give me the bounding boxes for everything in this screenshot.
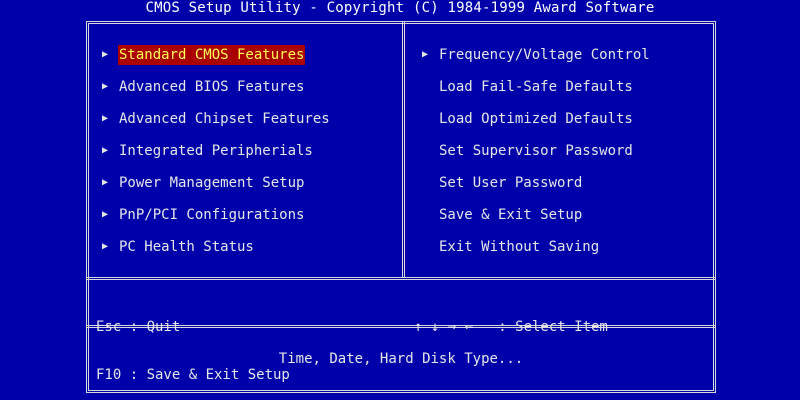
menu-item-frequency-voltage-control[interactable]: ▶ Frequency/Voltage Control (422, 45, 651, 77)
menu-item-label: Frequency/Voltage Control (439, 47, 650, 63)
menu-item-label: Advanced Chipset Features (119, 111, 330, 127)
key-legend-right: ↑ ↓ → ← : Select Item (414, 287, 608, 351)
menu-item-label: Exit Without Saving (439, 239, 600, 255)
submenu-arrow-icon: ▶ (102, 177, 109, 188)
column-divider (402, 21, 405, 277)
menu-item-set-user-password[interactable]: Set User Password (422, 173, 651, 205)
menu-item-power-management-setup[interactable]: ▶ Power Management Setup (102, 173, 331, 205)
submenu-arrow-icon: ▶ (102, 209, 109, 220)
submenu-arrow-icon: ▶ (102, 113, 109, 124)
menu-item-set-supervisor-password[interactable]: Set Supervisor Password (422, 141, 651, 173)
submenu-arrow-icon: ▶ (102, 145, 109, 156)
menu-item-label: Advanced BIOS Features (119, 79, 305, 95)
menu-item-advanced-chipset-features[interactable]: ▶ Advanced Chipset Features (102, 109, 331, 141)
menu-item-label: Load Optimized Defaults (439, 111, 633, 127)
submenu-arrow-icon: ▶ (102, 241, 109, 252)
left-menu: ▶ Standard CMOS Features ▶ Advanced BIOS… (102, 45, 331, 269)
right-menu: ▶ Frequency/Voltage Control Load Fail-Sa… (422, 45, 651, 269)
menu-item-label: Standard CMOS Features (118, 45, 306, 65)
menu-item-label: Load Fail-Safe Defaults (439, 79, 633, 95)
menu-item-exit-without-saving[interactable]: Exit Without Saving (422, 237, 651, 269)
menu-item-label: PC Health Status (119, 239, 254, 255)
window-title: CMOS Setup Utility - Copyright (C) 1984-… (145, 0, 655, 16)
key-arrows-select-item: ↑ ↓ → ← : Select Item (414, 319, 608, 335)
keys-divider (86, 277, 716, 280)
submenu-arrow-icon: ▶ (422, 49, 429, 60)
menu-item-label: Integrated Peripherials (119, 143, 313, 159)
submenu-arrow-icon: ▶ (102, 49, 109, 60)
key-esc-quit: Esc : Quit (96, 319, 181, 335)
menu-item-standard-cmos-features[interactable]: ▶ Standard CMOS Features (102, 45, 331, 77)
menu-item-advanced-bios-features[interactable]: ▶ Advanced BIOS Features (102, 77, 331, 109)
menu-item-save-exit-setup[interactable]: Save & Exit Setup (422, 205, 651, 237)
menu-item-integrated-peripherials[interactable]: ▶ Integrated Peripherials (102, 141, 331, 173)
menu-item-label: Set Supervisor Password (439, 143, 633, 159)
menu-item-load-optimized-defaults[interactable]: Load Optimized Defaults (422, 109, 651, 141)
key-f10-save-exit: F10 : Save & Exit Setup (96, 367, 290, 383)
menu-item-label: Set User Password (439, 175, 583, 191)
menu-item-pnp-pci-configurations[interactable]: ▶ PnP/PCI Configurations (102, 205, 331, 237)
key-legend-left: Esc : Quit F10 : Save & Exit Setup (96, 287, 290, 399)
menu-item-load-fail-safe-defaults[interactable]: Load Fail-Safe Defaults (422, 77, 651, 109)
menu-item-label: Power Management Setup (119, 175, 305, 191)
menu-item-label: PnP/PCI Configurations (119, 207, 305, 223)
submenu-arrow-icon: ▶ (102, 81, 109, 92)
menu-item-label: Save & Exit Setup (439, 207, 583, 223)
menu-item-pc-health-status[interactable]: ▶ PC Health Status (102, 237, 331, 269)
help-text: Time, Date, Hard Disk Type... (278, 351, 524, 367)
